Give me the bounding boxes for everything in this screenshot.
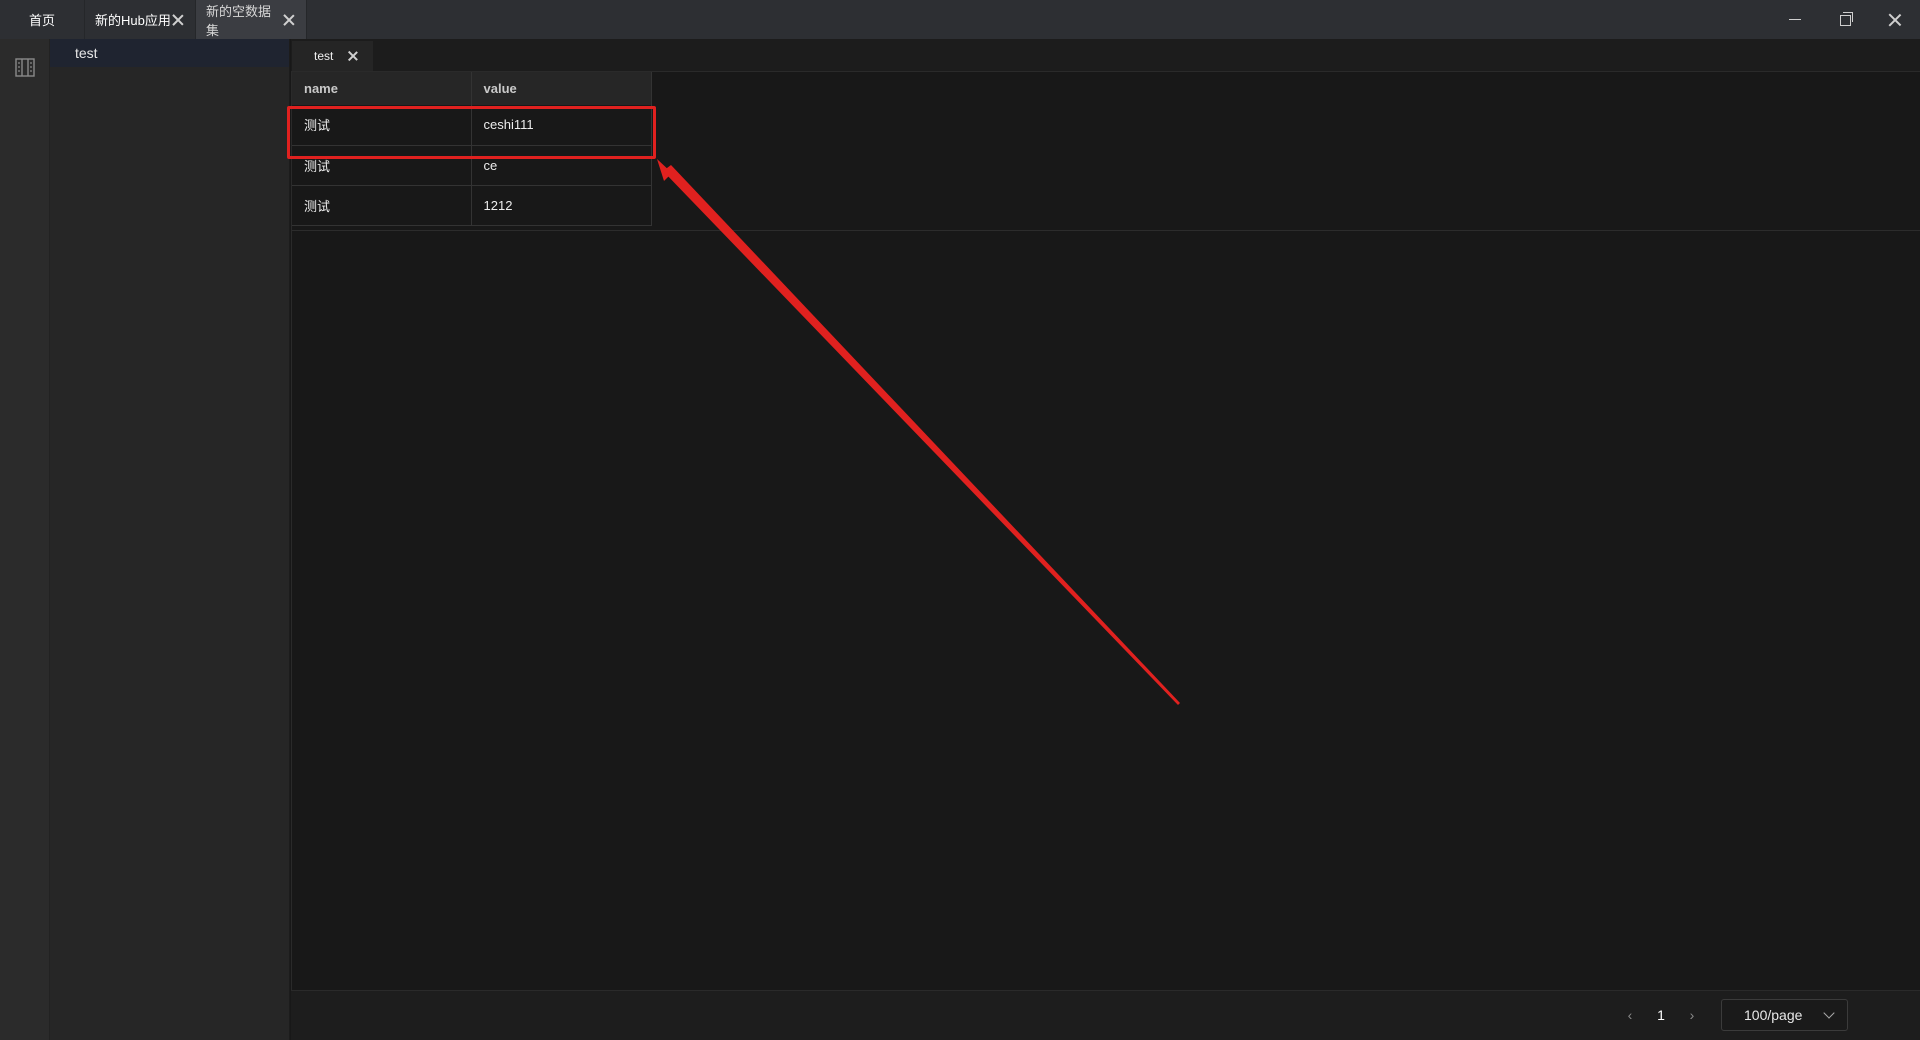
- title-bar: 首页 新的Hub应用 新的空数据集: [0, 0, 1920, 39]
- tab-label: 首页: [28, 13, 55, 28]
- table-cell[interactable]: ceshi111: [471, 105, 652, 146]
- sheet-tab-label: test: [314, 49, 334, 63]
- tree-item-test[interactable]: test: [50, 39, 289, 67]
- close-window-button[interactable]: [1870, 0, 1920, 39]
- close-icon[interactable]: [347, 50, 359, 62]
- pagination: ‹ 1 › 100/page: [1615, 998, 1848, 1032]
- table-cell[interactable]: 测试: [292, 185, 472, 226]
- page-size-select[interactable]: 100/page: [1721, 999, 1848, 1031]
- page-size-value: 100/page: [1744, 1007, 1803, 1023]
- tab-label: 新的空数据集: [206, 3, 272, 38]
- pagination-bar: ‹ 1 › 100/page: [291, 990, 1920, 1040]
- table-row[interactable]: 测试 1212: [292, 185, 652, 226]
- table-row[interactable]: 测试 ceshi111: [292, 105, 652, 146]
- data-grid: name value 测试 ceshi111 测试 ce 测试 1212: [287, 72, 1920, 990]
- table-cell[interactable]: 测试: [292, 105, 472, 146]
- prev-page-button[interactable]: ‹: [1615, 998, 1645, 1032]
- sheet-tab-bar: test: [291, 39, 1920, 72]
- dataset-tree: test: [50, 39, 290, 1040]
- column-header-name[interactable]: name: [292, 72, 472, 105]
- restore-button[interactable]: [1820, 0, 1870, 39]
- page-number[interactable]: 1: [1645, 1007, 1677, 1023]
- tab-hub-app[interactable]: 新的Hub应用: [85, 0, 196, 39]
- sheet-tab-test[interactable]: test: [292, 41, 373, 71]
- window-controls: [1770, 0, 1920, 39]
- building-icon[interactable]: [13, 55, 37, 79]
- tab-empty-dataset[interactable]: 新的空数据集: [196, 0, 307, 39]
- tab-label: 新的Hub应用: [95, 13, 171, 28]
- close-icon[interactable]: [282, 13, 296, 27]
- column-header-value[interactable]: value: [471, 72, 652, 105]
- table-cell[interactable]: 1212: [471, 185, 652, 226]
- tree-item-label: test: [75, 45, 98, 61]
- main-panel: test name value 测试 ceshi111 测试 ce 测试 121…: [287, 39, 1920, 1040]
- table-cell[interactable]: 测试: [292, 145, 472, 186]
- table-row[interactable]: 测试 ce: [292, 145, 652, 186]
- chevron-down-icon: [1823, 1007, 1835, 1019]
- minimize-icon: [1789, 19, 1801, 20]
- arrow-shaft: [663, 165, 1180, 705]
- tab-home[interactable]: 首页: [0, 0, 85, 39]
- next-page-button[interactable]: ›: [1677, 998, 1707, 1032]
- table-header-row: name value: [292, 72, 652, 105]
- left-rail: [0, 39, 50, 1040]
- data-table: name value 测试 ceshi111 测试 ce 测试 1212: [292, 72, 652, 226]
- table-cell[interactable]: ce: [471, 145, 652, 186]
- close-icon[interactable]: [171, 13, 185, 27]
- close-icon: [1888, 13, 1902, 27]
- minimize-button[interactable]: [1770, 0, 1820, 39]
- restore-icon: [1839, 12, 1853, 26]
